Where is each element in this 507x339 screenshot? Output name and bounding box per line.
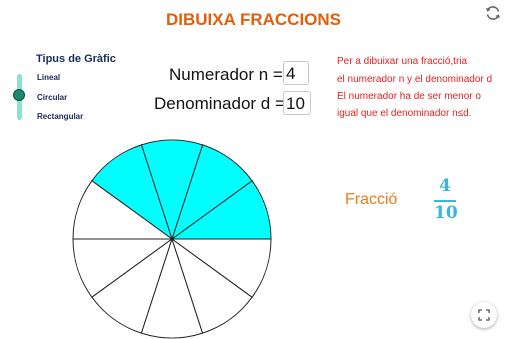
graph-type-option-lineal[interactable]: Lineal [37, 73, 60, 82]
graph-type-slider-handle[interactable] [13, 89, 25, 101]
instruction-line-3: El numerador ha de ser menor o [337, 91, 481, 102]
graph-type-heading: Tipus de Gràfic [36, 53, 116, 65]
graph-type-option-circular[interactable]: Circular [37, 93, 67, 102]
fraction-numerator: 4 [439, 176, 451, 196]
fullscreen-button[interactable] [471, 302, 497, 328]
numerator-label: Numerador n = [169, 65, 283, 84]
refresh-icon[interactable] [484, 4, 502, 22]
app-title: DIBUIXA FRACCIONS [165, 10, 342, 29]
denominator-label: Denominador d = [154, 94, 285, 113]
graph-type-option-rectangular[interactable]: Rectangular [37, 112, 83, 121]
instruction-line-2: el numerador n y el denominador d [337, 74, 493, 85]
fraction-denominator: 10 [434, 203, 458, 223]
numerator-input[interactable]: 4 [283, 61, 309, 85]
fraction-bar [434, 200, 456, 202]
fraction-label: Fracció [345, 191, 398, 208]
instruction-line-1: Per a dibuixar una fracció,tria [337, 56, 468, 67]
fullscreen-icon [478, 309, 490, 321]
fraction-pie-chart [72, 139, 272, 339]
instruction-line-4: igual que el denominador n≤d. [337, 108, 472, 119]
denominator-input[interactable]: 10 [283, 91, 311, 115]
